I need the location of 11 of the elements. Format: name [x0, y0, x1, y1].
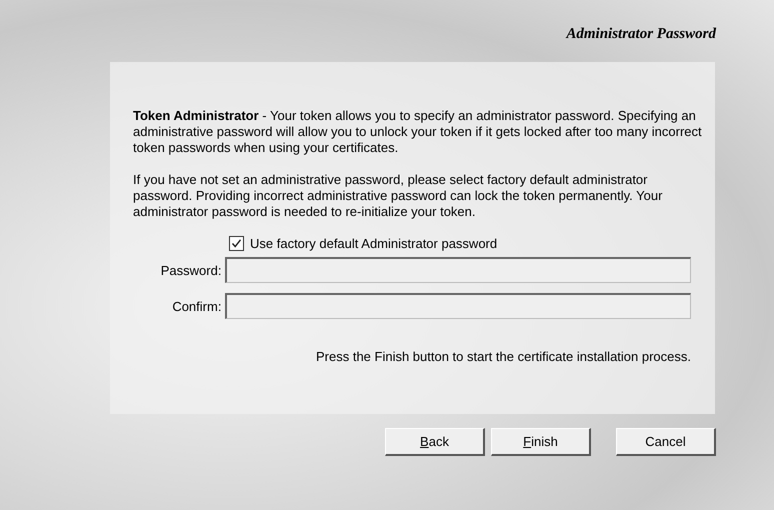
description-text: Token Administrator - Your token allows you to specify an administrator password. Specifying an administrative password will allow you to unlock your token if it gets locked after too many incorrect token passwords when using your certificates.	[133, 108, 703, 156]
field-label: Confirm:	[171, 298, 222, 314]
wizard-button[interactable]: Cancel	[616, 428, 716, 456]
instruction-text: Press the Finish button to start the certificate installation process.	[316, 349, 691, 364]
page-title: Administrator Password	[566, 26, 716, 36]
field-label: Password:	[160, 262, 222, 278]
wizard-button[interactable]: Finish	[491, 428, 591, 456]
default-password-checkbox[interactable]: Use factory default Administrator password	[229, 236, 691, 251]
wizard-button[interactable]: Back	[385, 428, 485, 456]
description-text: If you have not set an administrative password, please select factory default administrator password. Providing incorrect administrative password can lock the token permanently. Your administrator password is needed to re-initialize your token.	[133, 172, 664, 220]
checkbox[interactable]	[229, 236, 244, 251]
